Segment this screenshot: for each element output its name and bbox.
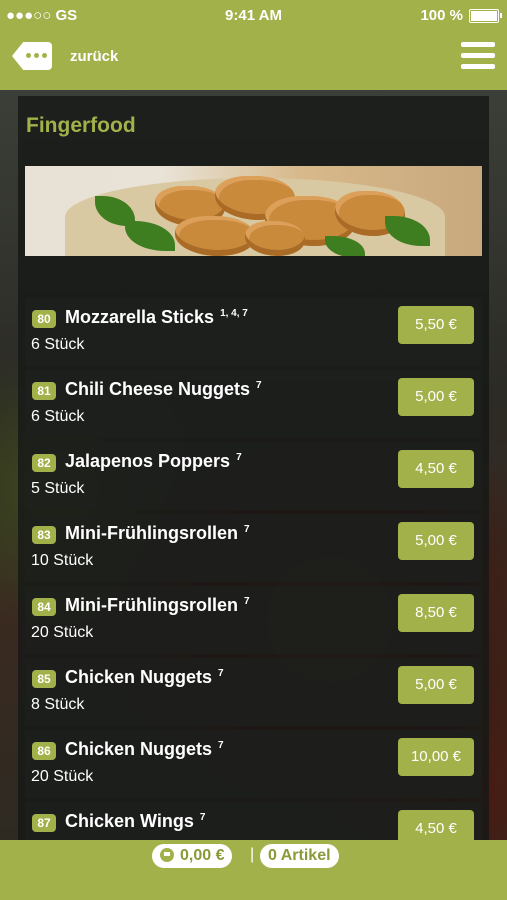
price-button[interactable]: 4,50 € <box>398 450 474 488</box>
item-additives: 7 <box>236 452 242 463</box>
item-quantity: 20 Stück <box>31 624 94 641</box>
item-name: Chicken Wings 7 <box>65 811 206 831</box>
price-button[interactable]: 5,50 € <box>398 306 474 344</box>
price-button[interactable]: 10,00 € <box>398 738 474 776</box>
battery-group: 100 % <box>420 7 502 24</box>
list-item[interactable]: 81 Chili Cheese Nuggets 7 6 Stück 5,00 € <box>25 370 482 438</box>
section-title: Fingerfood <box>26 114 136 137</box>
back-button[interactable]: zurück <box>12 42 118 70</box>
item-quantity: 6 Stück <box>31 336 85 353</box>
price-button[interactable]: 8,50 € <box>398 594 474 632</box>
item-number: 83 <box>32 526 56 544</box>
list-item[interactable]: 87 Chicken Wings 7 4,50 € <box>25 802 482 840</box>
item-quantity: 20 Stück <box>31 768 94 785</box>
item-number: 84 <box>32 598 56 616</box>
cart-count-button[interactable]: 0 Artikel <box>260 844 339 868</box>
item-name: Chicken Nuggets 7 <box>65 667 224 687</box>
category-image <box>25 166 482 256</box>
item-additives: 7 <box>218 668 224 679</box>
item-name: Mini-Frühlingsrollen 7 <box>65 595 250 615</box>
item-quantity: 8 Stück <box>31 696 85 713</box>
bottom-bar: 0,00 € | 0 Artikel <box>0 840 507 900</box>
cart-total-button[interactable]: 0,00 € <box>152 844 233 868</box>
cart-icon <box>160 848 174 862</box>
item-name: Chicken Nuggets 7 <box>65 739 224 759</box>
battery-icon <box>469 8 502 23</box>
item-number: 87 <box>32 814 56 832</box>
price-button[interactable]: 5,00 € <box>398 522 474 560</box>
list-item[interactable]: 86 Chicken Nuggets 7 20 Stück 10,00 € <box>25 730 482 798</box>
list-item[interactable]: 82 Jalapenos Poppers 7 5 Stück 4,50 € <box>25 442 482 510</box>
menu-icon[interactable] <box>461 42 495 70</box>
item-name: Chili Cheese Nuggets 7 <box>65 379 262 399</box>
battery-label: 100 % <box>420 7 463 24</box>
item-name: Mini-Frühlingsrollen 7 <box>65 523 250 543</box>
item-name: Jalapenos Poppers 7 <box>65 451 242 471</box>
price-button[interactable]: 4,50 € <box>398 810 474 840</box>
item-additives: 7 <box>199 812 206 823</box>
cart-separator: | <box>250 846 255 863</box>
item-quantity: 10 Stück <box>31 552 94 569</box>
item-name: Mozzarella Sticks 1, 4, 7 <box>65 307 248 327</box>
item-additives: 7 <box>244 524 250 535</box>
item-additives: 7 <box>244 596 250 607</box>
back-icon <box>12 42 52 70</box>
list-item[interactable]: 85 Chicken Nuggets 7 8 Stück 5,00 € <box>25 658 482 726</box>
cart-total: 0,00 € <box>180 847 225 864</box>
status-bar: ●●●○○ GS 9:41 AM 100 % <box>0 0 507 30</box>
item-number: 81 <box>32 382 56 400</box>
top-bar: ●●●○○ GS 9:41 AM 100 % zurück <box>0 0 507 90</box>
item-additives: 7 <box>256 380 262 391</box>
item-number: 82 <box>32 454 56 472</box>
item-number: 80 <box>32 310 56 328</box>
item-number: 86 <box>32 742 56 760</box>
list-item[interactable]: 83 Mini-Frühlingsrollen 7 10 Stück 5,00 € <box>25 514 482 582</box>
item-quantity: 6 Stück <box>31 408 85 425</box>
item-additives: 1, 4, 7 <box>220 308 248 319</box>
price-button[interactable]: 5,00 € <box>398 666 474 704</box>
list-item[interactable]: 84 Mini-Frühlingsrollen 7 20 Stück 8,50 € <box>25 586 482 654</box>
back-label: zurück <box>70 47 119 65</box>
list-item[interactable]: 80 Mozzarella Sticks 1, 4, 7 6 Stück 5,50… <box>25 298 482 366</box>
item-additives: 7 <box>218 740 224 751</box>
price-button[interactable]: 5,00 € <box>398 378 474 416</box>
menu-panel: Fingerfood 80 Mozzarella Sticks 1, 4, 7 6… <box>18 96 489 840</box>
item-quantity: 5 Stück <box>31 480 85 497</box>
item-number: 85 <box>32 670 56 688</box>
